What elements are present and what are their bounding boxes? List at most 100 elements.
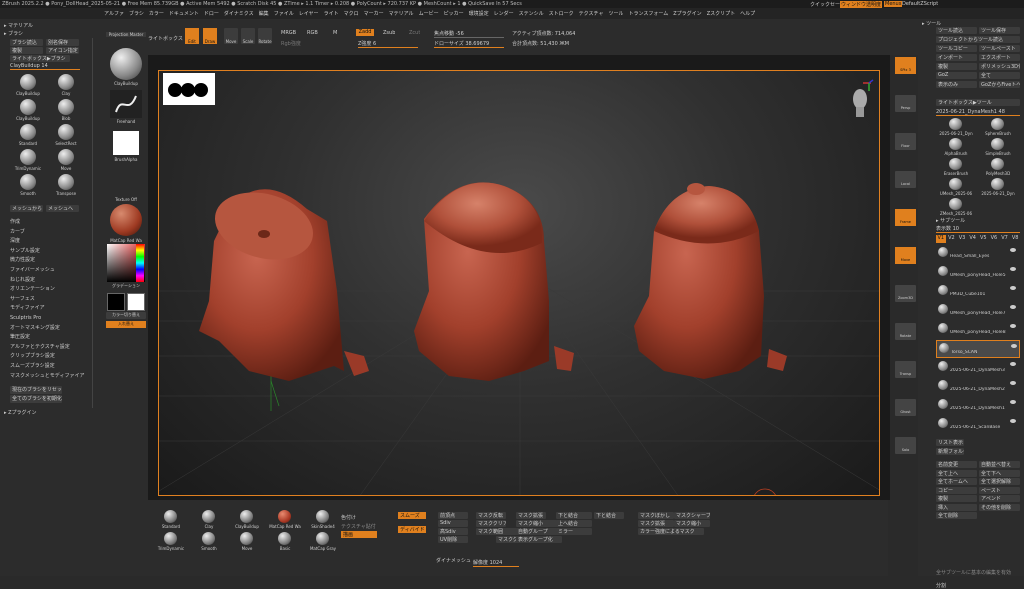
tool-button[interactable]: プロジェクトからツール読込: [936, 36, 1020, 43]
eye-icon[interactable]: [1010, 267, 1016, 271]
viewport-tool-button[interactable]: Persp: [895, 95, 916, 112]
toggle-button[interactable]: マスクシャープ: [674, 512, 710, 519]
subtool-action-button[interactable]: コピー: [936, 486, 977, 494]
texture-label[interactable]: テクスチャ貼付: [341, 523, 376, 530]
focal-shift-slider[interactable]: 焦点移動 -56: [434, 30, 504, 38]
brush-submenu-item[interactable]: オートマスキング設定: [10, 324, 100, 334]
menu-item[interactable]: 環境設定: [469, 10, 489, 18]
subtool-row[interactable]: 2025-06-21_DynaMesh3: [936, 359, 1020, 377]
viewport-tool-button[interactable]: Floor: [895, 133, 916, 150]
menu-item[interactable]: ムービー: [419, 10, 439, 18]
toggle-button[interactable]: 上へ結合: [556, 520, 592, 527]
subtool-title[interactable]: ▸ サブツール: [936, 217, 1020, 224]
tool-thumbnail[interactable]: AlphaBrush: [936, 138, 976, 157]
menu-item[interactable]: アルファ: [104, 10, 124, 18]
v-tab[interactable]: V2: [947, 235, 957, 243]
dynamesh-label[interactable]: ダイナメッシュ: [436, 557, 471, 564]
brush-tile[interactable]: Blob: [48, 98, 84, 122]
subtool-row[interactable]: UMesh_ponyHead_Hole7: [936, 302, 1020, 320]
toggle-button[interactable]: 表示グループ化: [516, 536, 562, 543]
toggle-button[interactable]: 高Sdiv: [438, 528, 468, 535]
toggle-button[interactable]: ディバイド: [398, 526, 426, 533]
draw-size-slider[interactable]: ドローサイズ 38.69679: [434, 40, 504, 48]
brush-submenu-item[interactable]: カーブ: [10, 228, 100, 238]
v-tab[interactable]: V5: [979, 235, 989, 243]
subtool-action-button[interactable]: 複製: [936, 495, 977, 502]
window-transparency[interactable]: ウィンドウ透明度: [840, 1, 883, 8]
subtool-row[interactable]: 2025-06-21_DynaMesh1: [936, 397, 1020, 415]
tool-thumbnail[interactable]: UMesh_2025-06: [936, 178, 976, 197]
list-view-button[interactable]: リスト表示: [936, 439, 964, 446]
tool-button[interactable]: インポート: [936, 54, 977, 61]
toggle-button[interactable]: ミラー: [556, 528, 592, 535]
toggle-button[interactable]: カラー強度によるマスク: [638, 528, 704, 535]
eye-icon[interactable]: [1010, 305, 1016, 309]
projection-master-button[interactable]: Projection Master: [106, 32, 146, 37]
material-tile[interactable]: SkinShade4: [305, 510, 341, 531]
brush-tile[interactable]: Smooth: [10, 173, 46, 197]
brush-submenu-item[interactable]: ねじれ設定: [10, 276, 100, 286]
viewport-tool-button[interactable]: Move: [895, 247, 916, 264]
material-thumbnail[interactable]: [110, 204, 142, 236]
gradient-label[interactable]: グラデーション: [106, 283, 146, 289]
secondary-color-swatch[interactable]: [107, 293, 125, 311]
menu-item[interactable]: レイヤー: [299, 10, 319, 18]
color-label[interactable]: 色付け: [341, 514, 356, 521]
tool-palette-title[interactable]: ▸ ツール: [922, 20, 1012, 27]
tool-button[interactable]: ツールペースト: [979, 45, 1020, 52]
hue-slider[interactable]: [136, 244, 144, 282]
subtool-action-button[interactable]: 挿入: [936, 503, 977, 511]
viewport-tool-button[interactable]: Zoom3D: [895, 285, 916, 302]
subtool-action-button[interactable]: 全て選択解除: [979, 478, 1020, 485]
clone-button[interactable]: 複製: [10, 47, 43, 54]
tool-button[interactable]: エクスポート: [979, 54, 1020, 61]
menu-item[interactable]: ストローク: [549, 10, 574, 18]
tool-thumbnail[interactable]: SphereBrush: [978, 118, 1018, 137]
menu-item[interactable]: ヘルプ: [740, 10, 755, 18]
brush-tile[interactable]: TrimDynamic: [10, 148, 46, 172]
reset-brush-button[interactable]: 現在のブラシをリセット: [10, 386, 62, 394]
subtool-action-button[interactable]: 自動並べ替え: [979, 461, 1020, 468]
toggle-button[interactable]: スムーズ: [398, 512, 426, 519]
default-zscript[interactable]: DefaultZScript: [902, 1, 938, 7]
tool-button[interactable]: 表示のみ: [936, 81, 977, 88]
brush-submenu-item[interactable]: マスクメッシュとモディファイア: [10, 372, 100, 382]
draw-mode-button[interactable]: 描画: [341, 531, 377, 538]
toggle-button[interactable]: 前頂点: [438, 512, 468, 519]
tool-button[interactable]: 複製: [936, 63, 977, 70]
viewport-tool-button[interactable]: Ghost: [895, 399, 916, 416]
move-button[interactable]: Move: [224, 28, 238, 44]
v-tab[interactable]: V8: [1010, 235, 1020, 243]
split-menu[interactable]: 分割: [936, 582, 1020, 589]
eye-icon[interactable]: [1010, 324, 1016, 328]
material-tile[interactable]: Smooth: [191, 532, 227, 553]
eye-icon[interactable]: [1010, 248, 1016, 252]
brush-submenu-item[interactable]: 深度: [10, 237, 100, 247]
v-tab[interactable]: V1: [936, 235, 946, 243]
toggle-button[interactable]: UV削除: [438, 536, 468, 543]
brush-tile[interactable]: Clay: [48, 73, 84, 97]
eye-icon[interactable]: [1010, 400, 1016, 404]
menu-item[interactable]: トランスフォーム: [628, 10, 668, 18]
brush-submenu-item[interactable]: ファイバーメッシュ: [10, 266, 100, 276]
toggle-button[interactable]: マスクぼかし: [638, 512, 674, 519]
subtool-row[interactable]: 2025-06-21_DynaMesh2: [936, 378, 1020, 396]
subtool-action-button[interactable]: 全て上へ: [936, 469, 977, 477]
brush-submenu-item[interactable]: 筆圧設定: [10, 333, 100, 343]
material-tile[interactable]: MatCap Gray: [305, 532, 341, 553]
material-tile[interactable]: TrimDynamic: [153, 532, 189, 553]
menu-item[interactable]: Zプラグイン: [673, 10, 701, 18]
menus-button[interactable]: Menus: [884, 1, 903, 7]
save-as-button[interactable]: 別名保存: [46, 39, 79, 46]
brush-submenu-item[interactable]: 作成: [10, 218, 100, 228]
lightbox-button[interactable]: ライトボックス: [148, 35, 183, 42]
subtool-row[interactable]: PM3D_Cube101: [936, 283, 1020, 301]
brush-tile[interactable]: ClayBuildup: [10, 73, 46, 97]
toggle-button[interactable]: マスク反転: [476, 512, 506, 519]
menu-item[interactable]: テクスチャ: [579, 10, 604, 18]
eye-icon[interactable]: [1010, 381, 1016, 385]
alpha-thumbnail[interactable]: [113, 131, 139, 155]
current-brush-thumbnail[interactable]: [110, 48, 142, 80]
menu-item[interactable]: ブラシ: [129, 10, 144, 18]
v-tab[interactable]: V6: [989, 235, 999, 243]
